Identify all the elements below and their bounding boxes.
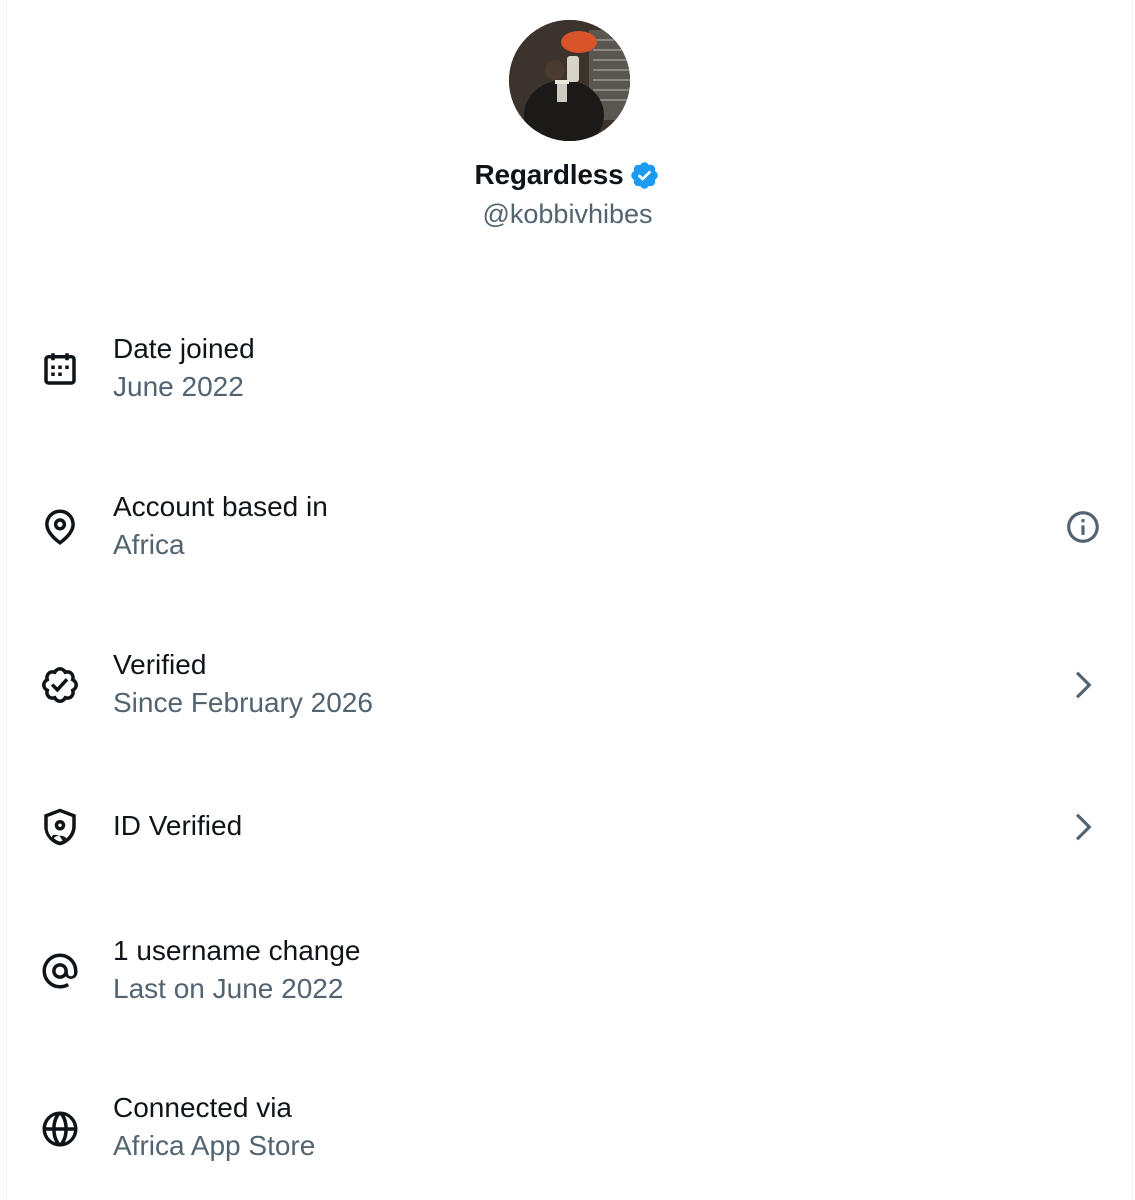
chevron-right-icon[interactable] [1064, 666, 1102, 704]
row-connected-via: Connected via Africa App Store [0, 1089, 1135, 1189]
row-verified[interactable]: Verified Since February 2026 [0, 646, 1135, 746]
handle: @kobbivhibes [482, 199, 653, 229]
row-value: Africa [113, 529, 185, 560]
row-value: Since February 2026 [113, 687, 373, 718]
calendar-icon [39, 348, 81, 390]
row-title: Account based in [113, 491, 328, 522]
row-title: Connected via [113, 1092, 293, 1123]
name-row: Regardless [0, 156, 1135, 194]
verified-badge-icon [631, 161, 659, 189]
verified-badge-icon [39, 664, 81, 706]
row-id-verified[interactable]: ID Verified [0, 788, 1135, 888]
row-title: Date joined [113, 333, 255, 364]
info-icon[interactable] [1064, 508, 1102, 546]
row-value: June 2022 [113, 371, 244, 402]
row-account-based-in: Account based in Africa [0, 488, 1135, 588]
display-name[interactable]: Regardless [475, 156, 624, 194]
globe-icon [39, 1108, 81, 1150]
chevron-right-icon[interactable] [1064, 808, 1102, 846]
id-shield-icon [39, 806, 81, 848]
avatar[interactable] [509, 20, 630, 141]
row-title: ID Verified [113, 810, 243, 841]
row-title: 1 username change [113, 935, 361, 966]
row-date-joined: Date joined June 2022 [0, 331, 1135, 431]
at-sign-icon [39, 950, 81, 992]
row-value: Africa App Store [113, 1130, 316, 1161]
location-pin-icon [39, 506, 81, 548]
row-value: Last on June 2022 [113, 973, 344, 1004]
row-title: Verified [113, 649, 207, 680]
row-username-change: 1 username change Last on June 2022 [0, 932, 1135, 1032]
